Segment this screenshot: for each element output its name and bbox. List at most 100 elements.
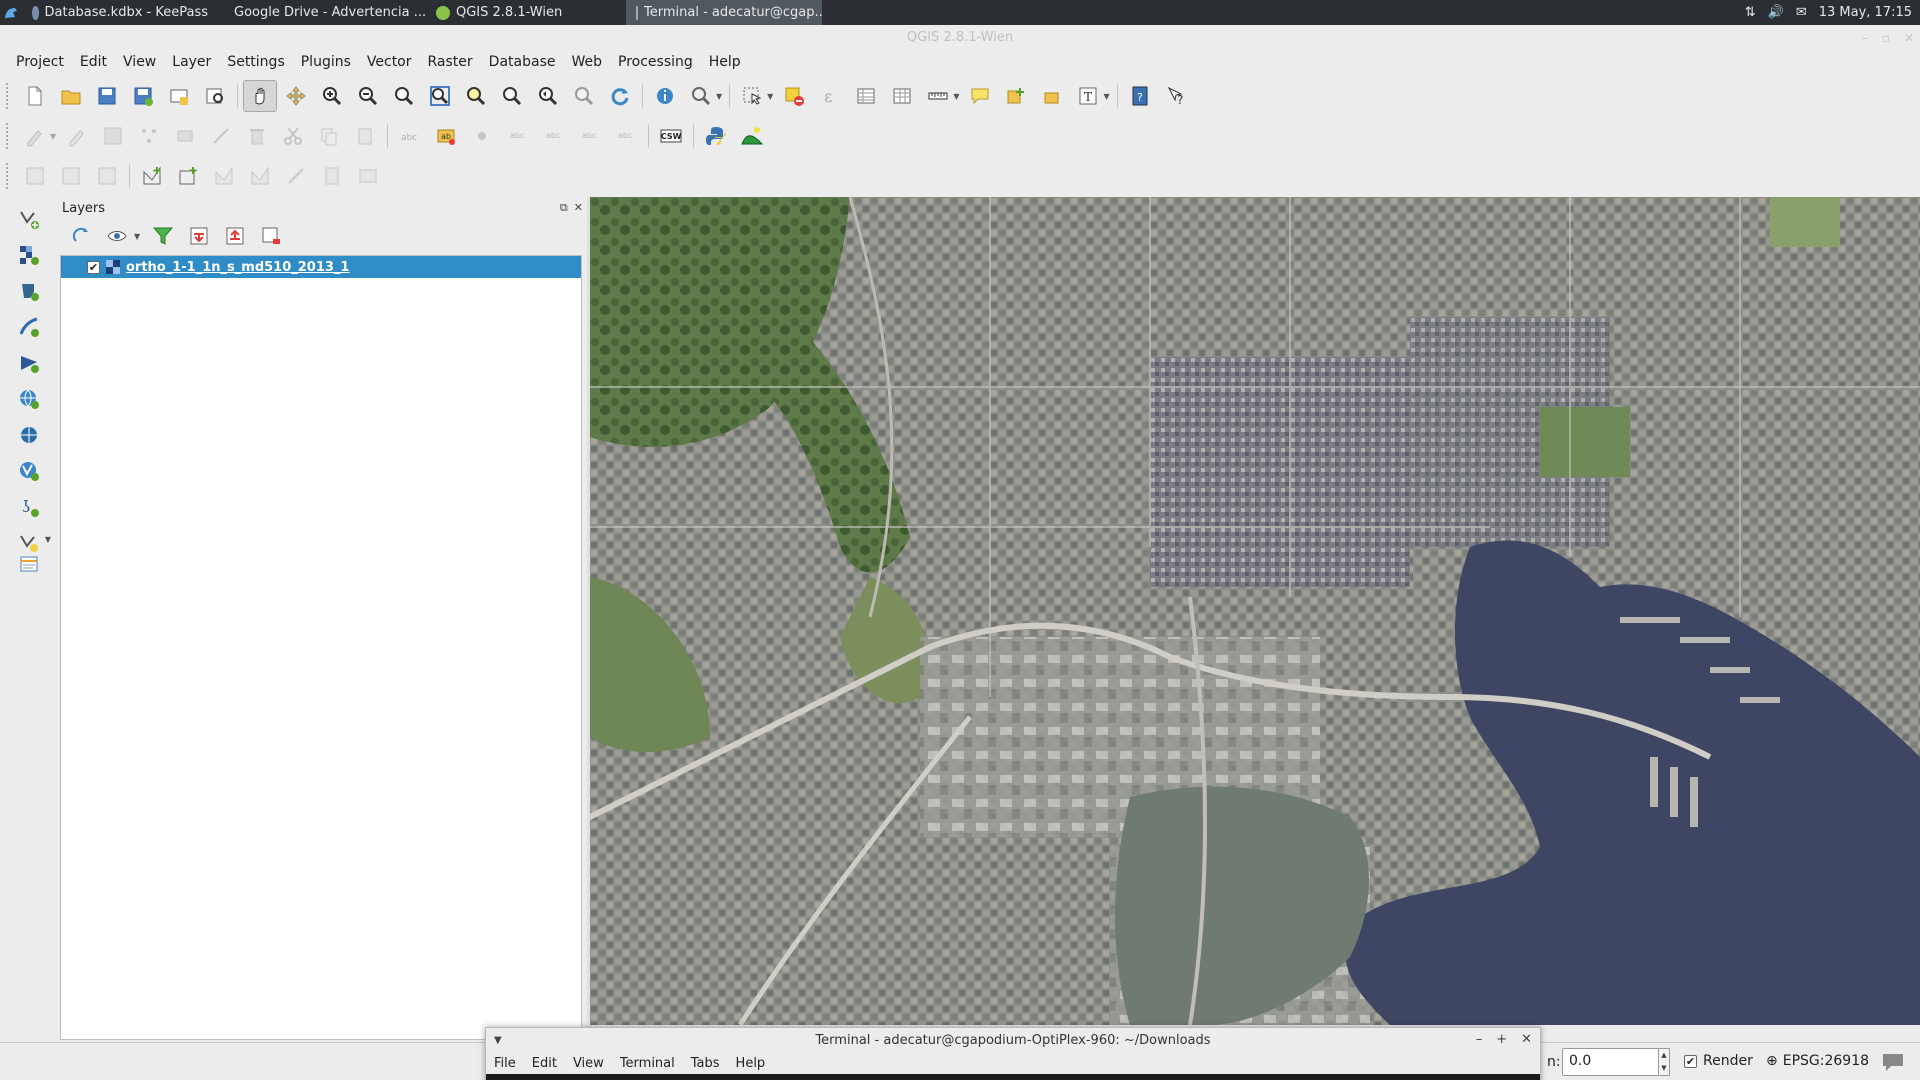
minimize-icon[interactable]: –: [1476, 1032, 1483, 1047]
window-menu-icon[interactable]: ▼: [494, 1035, 502, 1046]
field-calculator-icon[interactable]: ε: [813, 80, 847, 112]
add-delimited-text-layer-icon[interactable]: ʖ: [9, 491, 49, 523]
menu-vector[interactable]: Vector: [359, 54, 420, 70]
select-features-icon[interactable]: [735, 80, 769, 112]
collapse-all-layers-icon[interactable]: [220, 222, 250, 250]
layer-item[interactable]: ✔ ortho_1-1_1n_s_md510_2013_1: [61, 256, 581, 278]
taskbar-item-qgis[interactable]: QGIS 2.8.1-Wien: [426, 0, 626, 25]
taskbar-item-firefox[interactable]: Google Drive - Advertencia ...: [218, 0, 426, 25]
show-hide-labels-icon[interactable]: abc: [501, 120, 535, 152]
statistics-icon[interactable]: [885, 80, 919, 112]
help-contents-icon[interactable]: ?: [1123, 80, 1157, 112]
menu-view[interactable]: View: [115, 54, 164, 70]
save-layer-edits-icon[interactable]: [96, 120, 130, 152]
chevron-down-icon[interactable]: ▼: [45, 535, 51, 544]
menu-edit[interactable]: Edit: [72, 54, 115, 70]
menu-database[interactable]: Database: [481, 54, 564, 70]
pin-labels-icon[interactable]: [465, 120, 499, 152]
float-dock-icon[interactable]: ⧉: [560, 201, 568, 215]
render-checkbox[interactable]: ✔: [1684, 1054, 1697, 1068]
terminal-menu-edit[interactable]: Edit: [532, 1056, 557, 1071]
chevron-down-icon[interactable]: ▼: [50, 132, 56, 141]
new-print-composer-icon[interactable]: [162, 80, 196, 112]
change-label-icon[interactable]: abc: [609, 120, 643, 152]
chevron-down-icon[interactable]: ▼: [134, 232, 140, 241]
paste-features-icon[interactable]: [348, 120, 382, 152]
delete-selected-icon[interactable]: [240, 120, 274, 152]
menu-project[interactable]: Project: [8, 54, 72, 70]
cut-features-icon[interactable]: [276, 120, 310, 152]
zoom-in-icon[interactable]: [315, 80, 349, 112]
minimize-icon[interactable]: –: [1862, 31, 1868, 45]
fill-ring-icon[interactable]: [207, 160, 241, 192]
menu-processing[interactable]: Processing: [610, 54, 701, 70]
delete-ring-icon[interactable]: [243, 160, 277, 192]
taskbar-item-keepass[interactable]: Database.kdbx - KeePass: [22, 0, 218, 25]
open-project-icon[interactable]: [54, 80, 88, 112]
terminal-menu-view[interactable]: View: [573, 1056, 604, 1071]
run-feature-action-icon[interactable]: [684, 80, 718, 112]
add-part-icon[interactable]: [171, 160, 205, 192]
label-toolbar-icon[interactable]: ab: [429, 120, 463, 152]
measure-line-icon[interactable]: [921, 80, 955, 112]
show-bookmarks-icon[interactable]: [1035, 80, 1069, 112]
current-edits-icon[interactable]: [18, 120, 52, 152]
menu-web[interactable]: Web: [563, 54, 610, 70]
add-vector-layer-icon[interactable]: [9, 203, 49, 235]
close-icon[interactable]: ✕: [1904, 31, 1914, 45]
new-gpx-layer-icon[interactable]: [9, 548, 49, 580]
move-feature-icon[interactable]: [168, 120, 202, 152]
layer-labeling-icon[interactable]: abc: [393, 120, 427, 152]
pan-map-icon[interactable]: [243, 80, 277, 112]
zoom-last-icon[interactable]: [531, 80, 565, 112]
menu-help[interactable]: Help: [701, 54, 749, 70]
close-dock-icon[interactable]: ✕: [574, 201, 583, 215]
python-console-icon[interactable]: [699, 120, 733, 152]
text-annotation-icon[interactable]: T: [1071, 80, 1105, 112]
close-icon[interactable]: ✕: [1521, 1032, 1532, 1047]
split-features-icon[interactable]: [351, 160, 385, 192]
toolbar-grip[interactable]: [6, 83, 12, 109]
terminal-menu-file[interactable]: File: [494, 1056, 516, 1071]
volume-icon[interactable]: 🔊: [1768, 5, 1784, 20]
node-tool-icon[interactable]: [204, 120, 238, 152]
whats-this-icon[interactable]: ?: [1159, 80, 1193, 112]
copy-features-icon[interactable]: [312, 120, 346, 152]
network-icon[interactable]: ⇅: [1745, 5, 1756, 20]
menu-settings[interactable]: Settings: [219, 54, 292, 70]
menu-plugins[interactable]: Plugins: [293, 54, 359, 70]
csw-icon[interactable]: CSW: [654, 120, 688, 152]
add-wms-layer-icon[interactable]: [9, 383, 49, 415]
manage-visibility-icon[interactable]: [102, 222, 132, 250]
mail-icon[interactable]: ✉: [1796, 5, 1807, 20]
redo-icon[interactable]: [54, 160, 88, 192]
toolbar-grip[interactable]: [6, 163, 12, 189]
messages-icon[interactable]: [1880, 1050, 1906, 1074]
undo-icon[interactable]: [18, 160, 52, 192]
map-tips-icon[interactable]: [963, 80, 997, 112]
new-project-icon[interactable]: [18, 80, 52, 112]
rotation-spinner[interactable]: ▲ ▼: [1658, 1048, 1670, 1076]
pan-to-selection-icon[interactable]: [279, 80, 313, 112]
zoom-next-icon[interactable]: [567, 80, 601, 112]
zoom-out-icon[interactable]: [351, 80, 385, 112]
chevron-down-icon[interactable]: ▼: [716, 92, 722, 101]
add-ring-icon[interactable]: [135, 160, 169, 192]
menu-raster[interactable]: Raster: [420, 54, 481, 70]
chevron-down-icon[interactable]: ▼: [767, 92, 773, 101]
toggle-editing-icon[interactable]: [60, 120, 94, 152]
zoom-to-layer-icon[interactable]: [495, 80, 529, 112]
crs-status[interactable]: ⊕ EPSG:26918: [1766, 1053, 1869, 1069]
layers-tree[interactable]: ✔ ortho_1-1_1n_s_md510_2013_1: [60, 255, 582, 1040]
terminal-titlebar[interactable]: ▼ Terminal - adecatur@cgapodium-OptiPlex…: [486, 1028, 1540, 1052]
maximize-icon[interactable]: ▫: [1882, 31, 1890, 45]
map-canvas[interactable]: [590, 197, 1920, 1025]
add-wfs-layer-icon[interactable]: [9, 455, 49, 487]
save-as-icon[interactable]: [126, 80, 160, 112]
deselect-features-icon[interactable]: [777, 80, 811, 112]
add-mssql-layer-icon[interactable]: [9, 347, 49, 379]
zoom-to-selection-icon[interactable]: [459, 80, 493, 112]
refresh-icon[interactable]: [603, 80, 637, 112]
identify-features-icon[interactable]: [648, 80, 682, 112]
save-project-icon[interactable]: [90, 80, 124, 112]
